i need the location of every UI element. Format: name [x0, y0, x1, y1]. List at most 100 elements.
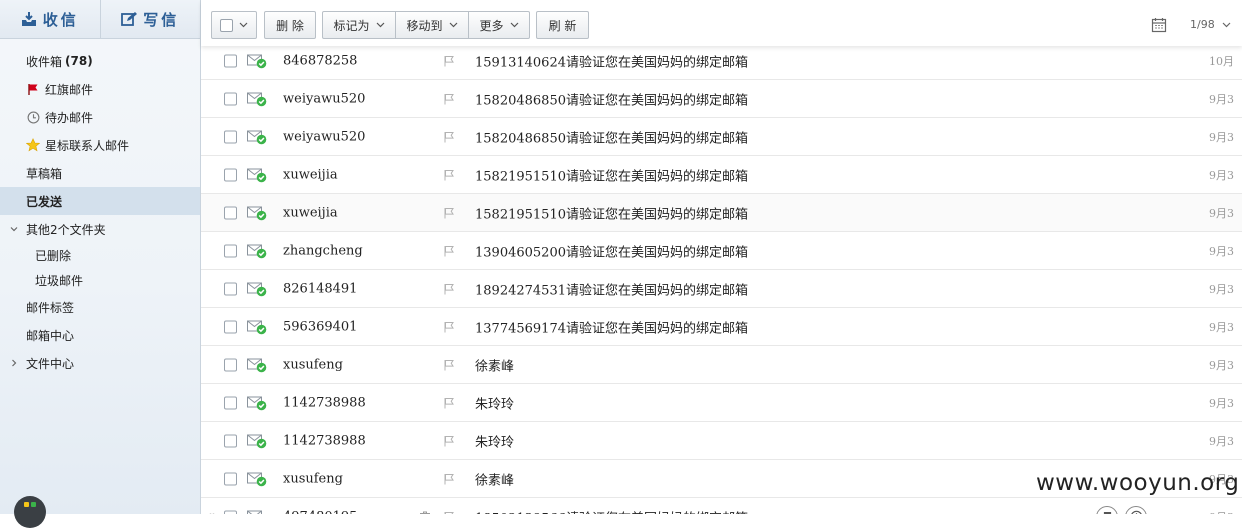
- watermark-text: www.wooyun.org: [1036, 470, 1240, 496]
- mail-subject: 15820486850请验证您在美国妈妈的绑定邮箱: [475, 93, 748, 108]
- compose-pencil-icon: [121, 12, 138, 26]
- sidebar: 收信 写信 收件箱 (78) 红旗邮件 待办邮件 星标联系人邮件 草稿箱 已发送…: [0, 0, 201, 528]
- mail-row[interactable]: zhangcheng 13904605200请验证您在美国妈妈的绑定邮箱 9月3: [201, 232, 1242, 270]
- mail-row[interactable]: 497480195 18502139566请验证您在美国妈妈的绑定邮箱 9月3: [201, 498, 1242, 514]
- mail-row[interactable]: 1142738988 朱玲玲 9月3: [201, 384, 1242, 422]
- mail-subject: 徐素峰: [475, 473, 515, 488]
- mail-row[interactable]: xuweijia 15821951510请验证您在美国妈妈的绑定邮箱 9月3: [201, 194, 1242, 232]
- folder-todo[interactable]: 待办邮件: [0, 103, 200, 131]
- chevron-down-icon: [510, 22, 518, 28]
- folder-label: 草稿箱: [26, 166, 63, 181]
- select-all-dropdown[interactable]: [211, 11, 257, 39]
- flag-outline-icon[interactable]: [443, 93, 455, 105]
- mail-row-checkbox[interactable]: [224, 168, 237, 181]
- envelope-read-icon: [247, 129, 267, 144]
- bookmark-action-button[interactable]: [1096, 505, 1118, 514]
- delete-label: 删 除: [276, 18, 304, 33]
- mail-row[interactable]: xusufeng 徐素峰 9月3: [201, 346, 1242, 384]
- remind-action-button[interactable]: [1125, 505, 1147, 514]
- folder-deleted[interactable]: 已删除: [0, 243, 200, 268]
- mail-recipient: zhangcheng: [283, 243, 363, 258]
- mail-row-checkbox[interactable]: [224, 206, 237, 219]
- select-all-checkbox[interactable]: [220, 18, 233, 32]
- flag-outline-icon[interactable]: [443, 359, 455, 371]
- folder-label: 星标联系人邮件: [45, 138, 130, 153]
- folder-spam[interactable]: 垃圾邮件: [0, 268, 200, 293]
- envelope-read-icon: [247, 509, 267, 514]
- mail-row-checkbox[interactable]: [224, 54, 237, 67]
- folder-label: 邮箱中心: [26, 328, 75, 343]
- folder-file-center[interactable]: 文件中心: [0, 349, 200, 377]
- app-launcher-button[interactable]: [14, 496, 46, 528]
- flag-outline-icon[interactable]: [443, 473, 455, 485]
- app-grid-icon: [31, 502, 36, 507]
- mail-row-checkbox[interactable]: [224, 282, 237, 295]
- flag-outline-icon[interactable]: [443, 397, 455, 409]
- mail-row-checkbox[interactable]: [224, 358, 237, 371]
- folder-label: 其他2个文件夹: [26, 222, 106, 237]
- trash-icon[interactable]: [419, 510, 431, 514]
- mail-row-checkbox[interactable]: [224, 320, 237, 333]
- folder-drafts[interactable]: 草稿箱: [0, 159, 200, 187]
- mail-row-checkbox[interactable]: [224, 472, 237, 485]
- mail-date: 10月: [1209, 54, 1234, 68]
- flag-outline-icon[interactable]: [443, 321, 455, 333]
- mail-row[interactable]: 826148491 18924274531请验证您在美国妈妈的绑定邮箱 9月3: [201, 270, 1242, 308]
- page-selector[interactable]: 1/98: [1190, 18, 1231, 31]
- mail-row-checkbox[interactable]: [224, 510, 237, 514]
- calendar-icon[interactable]: [1151, 17, 1167, 33]
- folder-inbox[interactable]: 收件箱 (78): [0, 47, 200, 75]
- folder-sent[interactable]: 已发送: [0, 187, 200, 215]
- flag-outline-icon[interactable]: [443, 131, 455, 143]
- envelope-read-icon: [247, 319, 267, 334]
- page-indicator: 1/98: [1190, 18, 1215, 31]
- flag-outline-icon[interactable]: [443, 283, 455, 295]
- mail-row[interactable]: xuweijia 15821951510请验证您在美国妈妈的绑定邮箱 9月3: [201, 156, 1242, 194]
- mail-row[interactable]: 596369401 13774569174请验证您在美国妈妈的绑定邮箱 9月3: [201, 308, 1242, 346]
- flag-outline-icon[interactable]: [443, 511, 455, 514]
- flag-outline-icon[interactable]: [443, 207, 455, 219]
- mark-as-dropdown[interactable]: 标记为: [322, 11, 396, 39]
- flag-outline-icon[interactable]: [443, 245, 455, 257]
- mail-recipient: 497480195: [283, 509, 357, 514]
- flag-outline-icon[interactable]: [443, 169, 455, 181]
- folder-label: 垃圾邮件: [35, 274, 84, 288]
- mail-row-checkbox[interactable]: [224, 92, 237, 105]
- inbox-download-icon: [21, 12, 36, 26]
- app-grid-icon: [24, 502, 29, 507]
- delete-button[interactable]: 删 除: [264, 11, 316, 39]
- mail-row-checkbox[interactable]: [224, 244, 237, 257]
- receive-button[interactable]: 收信: [0, 0, 100, 38]
- mail-recipient: xuweijia: [283, 205, 338, 220]
- flag-outline-icon[interactable]: [443, 55, 455, 67]
- folder-mail-tags[interactable]: 邮件标签: [0, 293, 200, 321]
- envelope-read-icon: [247, 53, 267, 68]
- folder-others-group[interactable]: 其他2个文件夹: [0, 215, 200, 243]
- compose-button[interactable]: 写信: [99, 0, 201, 38]
- envelope-read-icon: [247, 433, 267, 448]
- refresh-label: 刷 新: [548, 18, 577, 33]
- folder-list: 收件箱 (78) 红旗邮件 待办邮件 星标联系人邮件 草稿箱 已发送 其他2个文…: [0, 47, 200, 377]
- mail-date: 9月3: [1209, 130, 1234, 144]
- refresh-button[interactable]: 刷 新: [536, 11, 589, 39]
- folder-mailbox-center[interactable]: 邮箱中心: [0, 321, 200, 349]
- move-to-label: 移动到: [406, 18, 443, 33]
- flag-outline-icon[interactable]: [443, 435, 455, 447]
- mail-row-checkbox[interactable]: [224, 434, 237, 447]
- folder-flagged[interactable]: 红旗邮件: [0, 75, 200, 103]
- mail-row[interactable]: weiyawu520 15820486850请验证您在美国妈妈的绑定邮箱 9月3: [201, 118, 1242, 156]
- mail-row-checkbox[interactable]: [224, 396, 237, 409]
- mail-row[interactable]: 846878258 15913140624请验证您在美国妈妈的绑定邮箱 10月: [201, 42, 1242, 80]
- chevron-down-icon: [449, 22, 457, 28]
- mail-subject: 18924274531请验证您在美国妈妈的绑定邮箱: [475, 283, 748, 298]
- mail-subject: 朱玲玲: [475, 435, 515, 450]
- mail-date: 9月3: [1209, 206, 1234, 220]
- mail-row-checkbox[interactable]: [224, 130, 237, 143]
- mail-subject: 13774569174请验证您在美国妈妈的绑定邮箱: [475, 321, 748, 336]
- folder-starred-contacts[interactable]: 星标联系人邮件: [0, 131, 200, 159]
- more-dropdown[interactable]: 更多: [469, 11, 530, 39]
- move-to-dropdown[interactable]: 移动到: [396, 11, 469, 39]
- mail-row[interactable]: weiyawu520 15820486850请验证您在美国妈妈的绑定邮箱 9月3: [201, 80, 1242, 118]
- mail-row[interactable]: 1142738988 朱玲玲 9月3: [201, 422, 1242, 460]
- chevron-down-icon: [239, 22, 248, 28]
